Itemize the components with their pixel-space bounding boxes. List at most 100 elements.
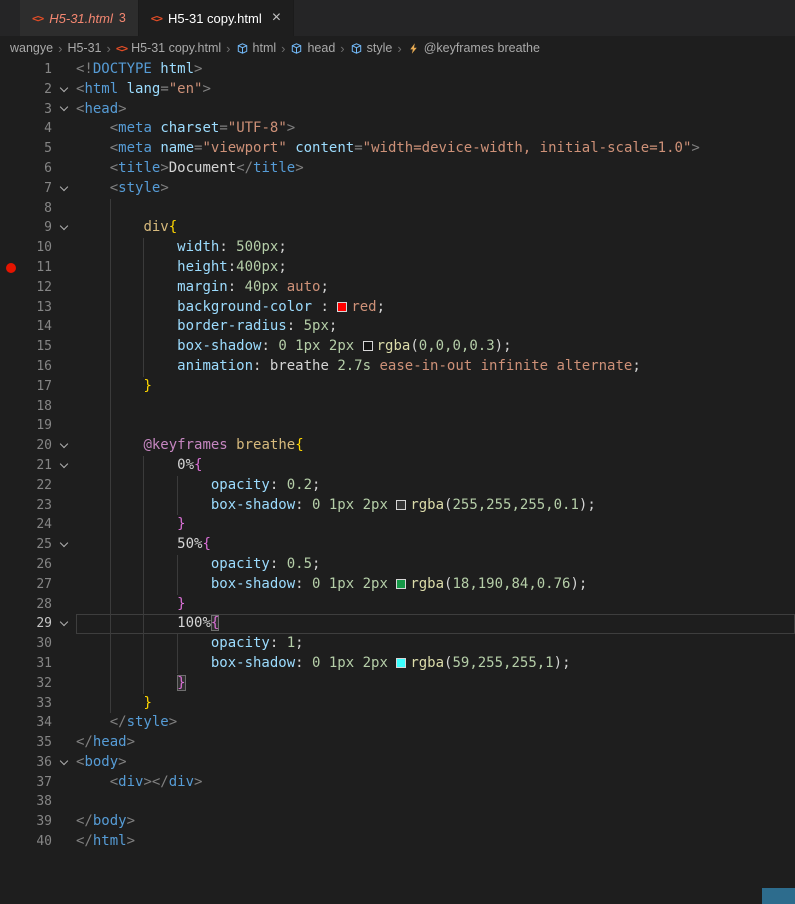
line-number[interactable]: 10 — [24, 238, 52, 258]
color-swatch[interactable] — [396, 657, 407, 668]
code-content[interactable]: opacity: 0.2; — [76, 476, 795, 496]
code-content[interactable] — [76, 199, 795, 219]
line-number[interactable]: 18 — [24, 397, 52, 417]
code-content[interactable]: <meta name="viewport" content="width=dev… — [76, 139, 795, 159]
chevron-down-icon[interactable] — [59, 182, 69, 191]
line-number[interactable]: 28 — [24, 595, 52, 615]
line-number[interactable]: 15 — [24, 337, 52, 357]
code-line[interactable]: 23 box-shadow: 0 1px 2px rgba(255,255,25… — [0, 496, 795, 516]
line-number[interactable]: 32 — [24, 674, 52, 694]
code-content[interactable]: } — [76, 595, 795, 615]
code-line[interactable]: 35 </head> — [0, 733, 795, 753]
code-line[interactable]: 3 <head> — [0, 100, 795, 120]
code-line[interactable]: 20 @keyframes breathe{ — [0, 436, 795, 456]
code-line[interactable]: 39 </body> — [0, 812, 795, 832]
code-content[interactable]: </body> — [76, 812, 795, 832]
code-content[interactable]: } — [76, 515, 795, 535]
line-number[interactable]: 16 — [24, 357, 52, 377]
tab-1[interactable]: <> H5-31.html 3 — [20, 0, 139, 36]
code-line[interactable]: 27 box-shadow: 0 1px 2px rgba(18,190,84,… — [0, 575, 795, 595]
breadcrumb-item[interactable]: @keyframes breathe — [407, 41, 540, 55]
code-line[interactable]: 36 <body> — [0, 753, 795, 773]
code-content[interactable] — [76, 416, 795, 436]
code-content[interactable]: 0%{ — [76, 456, 795, 476]
code-line[interactable]: 9 div{ — [0, 218, 795, 238]
line-number[interactable]: 34 — [24, 713, 52, 733]
line-number[interactable]: 36 — [24, 753, 52, 773]
code-line[interactable]: 32 } — [0, 674, 795, 694]
code-line[interactable]: 37 <div></div> — [0, 773, 795, 793]
line-number[interactable]: 33 — [24, 694, 52, 714]
code-content[interactable]: </head> — [76, 733, 795, 753]
close-icon[interactable]: × — [272, 10, 281, 26]
color-swatch[interactable] — [362, 341, 373, 352]
code-line[interactable]: 7 <style> — [0, 179, 795, 199]
line-number[interactable]: 1 — [24, 60, 52, 80]
code-content[interactable]: width: 500px; — [76, 238, 795, 258]
tab-2[interactable]: <> H5-31 copy.html × — [138, 0, 295, 36]
code-content[interactable]: <head> — [76, 100, 795, 120]
code-editor[interactable]: 1 <!DOCTYPE html> 2 <html lang="en"> 3 <head>… — [0, 60, 795, 904]
code-content[interactable]: @keyframes breathe{ — [76, 436, 795, 456]
breadcrumb-item[interactable]: html — [236, 41, 276, 55]
code-line[interactable]: 22 opacity: 0.2; — [0, 476, 795, 496]
chevron-down-icon[interactable] — [59, 617, 69, 627]
code-line[interactable]: 16 animation: breathe 2.7s ease-in-out i… — [0, 357, 795, 377]
line-number[interactable]: 12 — [24, 278, 52, 298]
line-number[interactable]: 30 — [24, 634, 52, 654]
line-number[interactable]: 6 — [24, 159, 52, 179]
line-number[interactable]: 29 — [24, 614, 52, 634]
line-number[interactable]: 37 — [24, 773, 52, 793]
code-content[interactable]: <meta charset="UTF-8"> — [76, 119, 795, 139]
code-content[interactable]: <title>Document</title> — [76, 159, 795, 179]
code-line[interactable]: 18 — [0, 397, 795, 417]
code-content[interactable]: box-shadow: 0 1px 2px rgba(59,255,255,1)… — [76, 654, 795, 674]
code-content[interactable]: <style> — [76, 179, 795, 199]
code-line[interactable]: 24 } — [0, 515, 795, 535]
code-line[interactable]: 25 50%{ — [0, 535, 795, 555]
chevron-down-icon[interactable] — [59, 83, 69, 92]
code-content[interactable]: opacity: 0.5; — [76, 555, 795, 575]
line-number[interactable]: 19 — [24, 416, 52, 436]
chevron-down-icon[interactable] — [59, 756, 69, 766]
chevron-down-icon[interactable] — [59, 459, 69, 469]
code-content[interactable]: <!DOCTYPE html> — [76, 60, 795, 80]
code-line[interactable]: 38 — [0, 792, 795, 812]
code-content[interactable]: box-shadow: 0 1px 2px rgba(0,0,0,0.3); — [76, 337, 795, 357]
code-content[interactable]: box-shadow: 0 1px 2px rgba(18,190,84,0.7… — [76, 575, 795, 595]
code-line[interactable]: 21 0%{ — [0, 456, 795, 476]
code-content[interactable]: <html lang="en"> — [76, 80, 795, 100]
code-line[interactable]: 5 <meta name="viewport" content="width=d… — [0, 139, 795, 159]
color-swatch[interactable] — [337, 301, 348, 312]
code-line[interactable]: 30 opacity: 1; — [0, 634, 795, 654]
code-line[interactable]: 2 <html lang="en"> — [0, 80, 795, 100]
code-line[interactable]: 33 } — [0, 694, 795, 714]
line-number[interactable]: 38 — [24, 792, 52, 812]
color-swatch[interactable] — [396, 578, 407, 589]
line-number[interactable]: 23 — [24, 496, 52, 516]
code-content[interactable]: } — [76, 694, 795, 714]
line-number[interactable]: 8 — [24, 199, 52, 219]
line-number[interactable]: 20 — [24, 436, 52, 456]
code-content[interactable]: 50%{ — [76, 535, 795, 555]
code-content[interactable]: } — [76, 674, 795, 694]
breadcrumb-item[interactable]: H5-31 — [67, 41, 101, 55]
code-line[interactable]: 1 <!DOCTYPE html> — [0, 60, 795, 80]
code-line[interactable]: 12 margin: 40px auto; — [0, 278, 795, 298]
chevron-down-icon[interactable] — [59, 103, 69, 112]
code-content[interactable]: <body> — [76, 753, 795, 773]
line-number[interactable]: 17 — [24, 377, 52, 397]
code-line[interactable]: 4 <meta charset="UTF-8"> — [0, 119, 795, 139]
line-number[interactable]: 9 — [24, 218, 52, 238]
code-content[interactable]: 100%{ — [76, 614, 795, 635]
breadcrumb-item[interactable]: style — [350, 41, 392, 55]
line-number[interactable]: 21 — [24, 456, 52, 476]
line-number[interactable]: 35 — [24, 733, 52, 753]
chevron-down-icon[interactable] — [59, 439, 69, 449]
code-line[interactable]: 8 — [0, 199, 795, 219]
code-content[interactable]: </style> — [76, 713, 795, 733]
chevron-down-icon[interactable] — [59, 538, 69, 548]
code-line[interactable]: 40 </html> — [0, 832, 795, 852]
code-content[interactable]: margin: 40px auto; — [76, 278, 795, 298]
line-number[interactable]: 4 — [24, 119, 52, 139]
